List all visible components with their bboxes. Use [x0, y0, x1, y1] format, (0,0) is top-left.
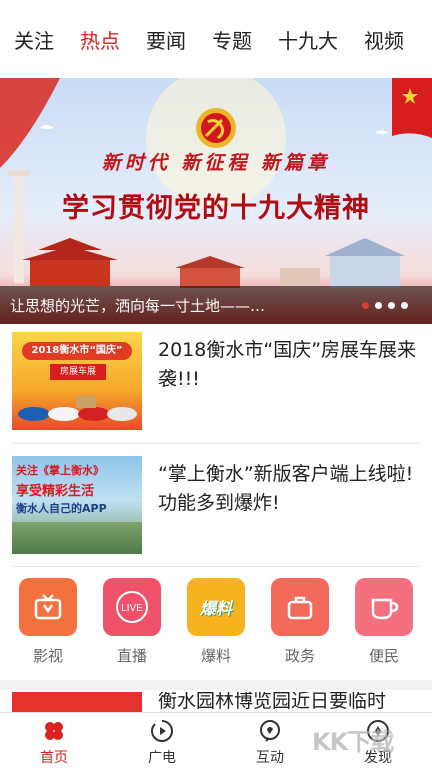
- news-title: “掌上衡水”新版客户端上线啦!功能多到爆炸!: [158, 463, 414, 514]
- banner-caption: 让思想的光芒，洒向每一寸土地——…: [10, 296, 266, 315]
- cars-graphic: [16, 394, 138, 424]
- thumb-sub: 房展车展: [50, 364, 106, 380]
- city-graphic: [12, 522, 142, 554]
- news-title: 衡水园林博览园近日要临时: [158, 692, 387, 712]
- news-item[interactable]: 2018衡水市“国庆” 房展车展 2018衡水市“国庆”房展车展来袭!!!: [12, 332, 420, 430]
- tv-icon: [19, 578, 77, 636]
- tip-icon: 爆料: [187, 578, 245, 636]
- banner-title: 学习贯彻党的十九大精神: [62, 193, 370, 224]
- live-icon: LIVE: [103, 578, 161, 636]
- tip-icon-text: 爆料: [199, 599, 232, 618]
- divider: [12, 443, 420, 444]
- news-thumbnail: [12, 692, 142, 712]
- service-convenience[interactable]: 便民: [348, 578, 420, 668]
- banner-slogan: 新时代 新征程 新篇章: [101, 152, 331, 174]
- news-thumbnail: 2018衡水市“国庆” 房展车展: [12, 332, 142, 430]
- service-film[interactable]: 影视: [12, 578, 84, 668]
- banner-caption-bar: 让思想的光芒，洒向每一寸土地——…: [0, 286, 432, 324]
- carousel-dot[interactable]: [375, 301, 382, 309]
- carousel-dot[interactable]: [388, 301, 395, 309]
- service-label: 便民: [368, 647, 399, 665]
- nav-broadcast[interactable]: 广电: [108, 713, 216, 768]
- thumb-heading: 关注《掌上衡水》: [16, 464, 104, 477]
- news-title: 2018衡水市“国庆”房展车展来袭!!!: [158, 339, 417, 390]
- channel-tabs: 关注 热点 要闻 专题 十九大 视频: [0, 0, 432, 78]
- thumb-heading: 2018衡水市“国庆”: [22, 342, 132, 360]
- nav-home[interactable]: 首页: [0, 713, 108, 768]
- watermark: KK下载: [312, 728, 394, 756]
- briefcase-icon: [271, 578, 329, 636]
- interact-icon: [260, 720, 280, 742]
- nav-label: 互动: [256, 750, 284, 766]
- tab-headlines[interactable]: 要闻: [146, 25, 186, 54]
- divider: [12, 566, 420, 567]
- service-government[interactable]: 政务: [264, 578, 336, 668]
- home-icon: [45, 722, 63, 740]
- section-separator: [0, 680, 432, 690]
- thumb-sub: 享受精彩生活: [16, 484, 95, 499]
- tab-hot[interactable]: 热点: [80, 25, 120, 54]
- service-label: 影视: [32, 647, 63, 665]
- carousel-dot[interactable]: [362, 301, 369, 309]
- tab-video[interactable]: 视频: [364, 25, 404, 54]
- nav-interact[interactable]: 互动: [216, 713, 324, 768]
- service-grid: 影视 LIVE 直播 爆料 爆料 政务 便民: [0, 578, 432, 668]
- nav-label: 广电: [148, 750, 176, 766]
- carousel-dot[interactable]: [401, 301, 408, 309]
- news-item[interactable]: 衡水园林博览园近日要临时: [12, 692, 420, 712]
- service-label: 爆料: [200, 647, 231, 665]
- thumb-sub2: 衡水人自己的APP: [16, 502, 107, 515]
- tab-19th-congress[interactable]: 十九大: [278, 25, 338, 54]
- news-thumbnail: 关注《掌上衡水》 享受精彩生活 衡水人自己的APP: [12, 456, 142, 554]
- cup-icon: [355, 578, 413, 636]
- nav-label: 首页: [40, 750, 68, 766]
- tab-follow[interactable]: 关注: [14, 25, 54, 54]
- service-live[interactable]: LIVE 直播: [96, 578, 168, 668]
- service-tip[interactable]: 爆料 爆料: [180, 578, 252, 668]
- news-item[interactable]: 关注《掌上衡水》 享受精彩生活 衡水人自己的APP “掌上衡水”新版客户端上线啦…: [12, 456, 420, 554]
- broadcast-icon: [150, 720, 174, 743]
- banner-carousel[interactable]: 新时代 新征程 新篇章 学习贯彻党的十九大精神 让思想的光芒，洒向每一寸土地——…: [0, 78, 432, 324]
- tab-topics[interactable]: 专题: [212, 25, 252, 54]
- service-label: 政务: [284, 647, 315, 665]
- service-label: 直播: [116, 647, 147, 665]
- svg-text:LIVE: LIVE: [121, 603, 143, 614]
- carousel-indicator: [362, 301, 432, 309]
